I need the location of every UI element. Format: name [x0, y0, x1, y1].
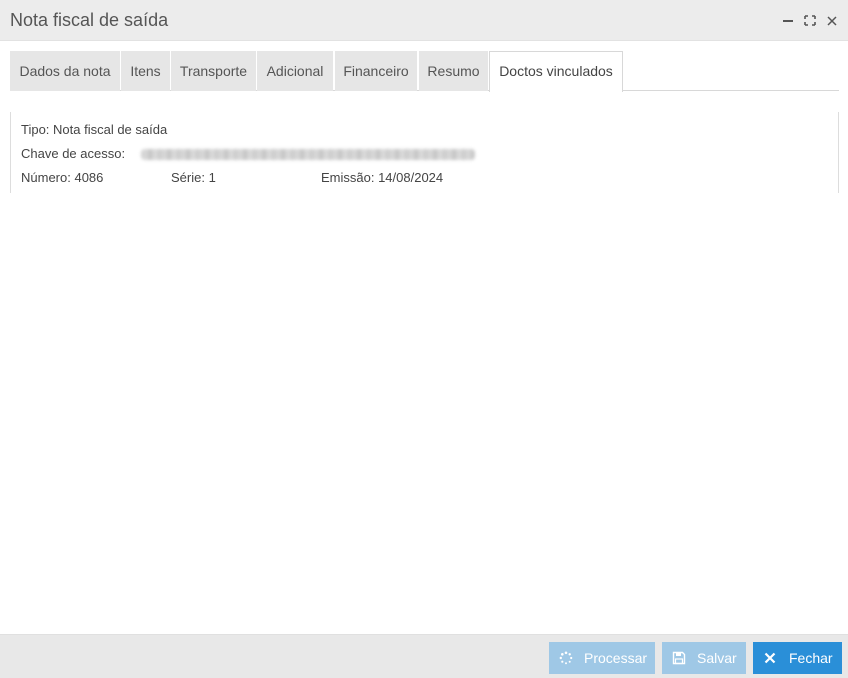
- title-bar: Nota fiscal de saída: [0, 0, 848, 41]
- access-key-value-redacted: [141, 149, 475, 160]
- maximize-icon[interactable]: [803, 12, 817, 28]
- document-series: Série: 1: [171, 170, 216, 185]
- close-x-icon: [763, 651, 777, 665]
- access-key-row: Chave de acesso:: [21, 146, 481, 164]
- spinner-icon: [559, 651, 573, 665]
- footer-toolbar: Processar Salvar Fechar: [0, 634, 848, 678]
- tab-transporte[interactable]: Transporte: [171, 51, 256, 91]
- tab-itens[interactable]: Itens: [121, 51, 170, 91]
- processar-button[interactable]: Processar: [549, 642, 655, 674]
- processar-label: Processar: [584, 650, 648, 666]
- tab-resumo[interactable]: Resumo: [419, 51, 488, 91]
- fechar-button[interactable]: Fechar: [753, 642, 842, 674]
- close-icon[interactable]: [825, 12, 839, 28]
- tab-doctos-vinculados[interactable]: Doctos vinculados: [489, 51, 623, 92]
- tab-dados-da-nota[interactable]: Dados da nota: [10, 51, 120, 91]
- linked-document-panel: Tipo: Nota fiscal de saída Chave de aces…: [10, 112, 839, 193]
- document-number: Número: 4086: [21, 170, 104, 185]
- salvar-button[interactable]: Salvar: [662, 642, 746, 674]
- salvar-label: Salvar: [697, 650, 737, 666]
- fechar-label: Fechar: [789, 650, 833, 666]
- document-type: Tipo: Nota fiscal de saída: [21, 122, 168, 137]
- floppy-disk-icon: [672, 651, 686, 665]
- tab-adicional[interactable]: Adicional: [257, 51, 333, 91]
- minimize-icon[interactable]: [781, 12, 795, 28]
- window-title: Nota fiscal de saída: [10, 10, 169, 30]
- tab-financeiro[interactable]: Financeiro: [335, 51, 417, 91]
- tab-bar: Dados da nota Itens Transporte Adicional…: [10, 51, 839, 92]
- access-key-label: Chave de acesso:: [21, 146, 126, 161]
- document-issue-date: Emissão: 14/08/2024: [321, 170, 444, 185]
